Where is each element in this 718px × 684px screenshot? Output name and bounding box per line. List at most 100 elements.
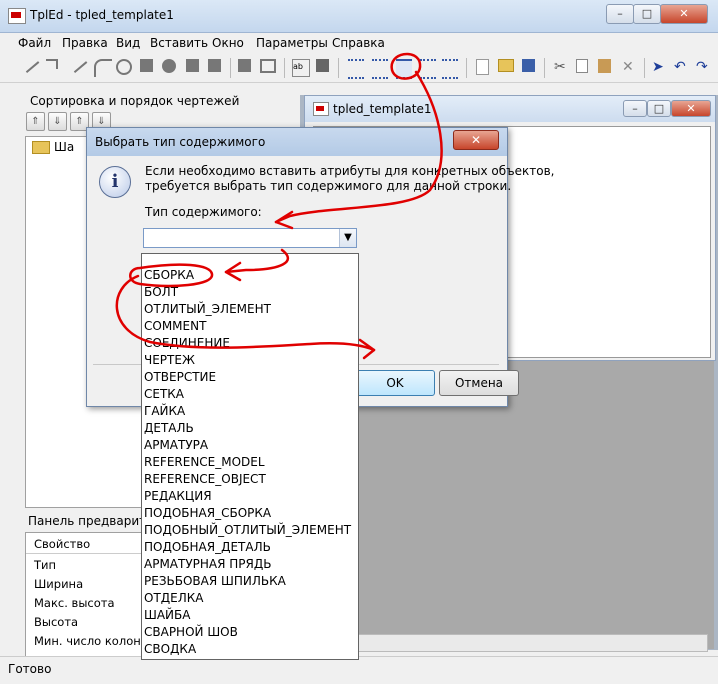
dropdown-option[interactable]: ГАЙКА: [144, 403, 185, 420]
title-bar: TplEd - tpled_template1 – □ ✕: [0, 0, 718, 33]
menu-help[interactable]: Справка: [332, 36, 385, 50]
child-window-title: tpled_template1: [333, 102, 432, 116]
window-title: TplEd - tpled_template1: [30, 8, 174, 22]
circle-tool-icon[interactable]: [116, 59, 132, 75]
dropdown-option[interactable]: ОТЛИТЫЙ_ЭЛЕМЕНТ: [144, 301, 271, 318]
chevron-down-icon[interactable]: ▼: [339, 229, 356, 247]
new-file-icon[interactable]: [476, 59, 489, 75]
dropdown-option[interactable]: ПОДОБНАЯ_СБОРКА: [144, 505, 271, 522]
open-folder-icon[interactable]: [498, 59, 514, 72]
select-pointer-icon[interactable]: ➤: [652, 59, 668, 75]
menu-bar: Файл Правка Вид Вставить Окно Параметры …: [0, 33, 718, 53]
tree-item[interactable]: Ша: [54, 140, 74, 154]
copy-icon[interactable]: [576, 59, 588, 73]
paste-icon[interactable]: [598, 59, 611, 73]
line2-tool-icon[interactable]: [68, 55, 88, 73]
row-icon[interactable]: [372, 59, 388, 79]
menu-view[interactable]: Вид: [116, 36, 140, 50]
separator: [230, 58, 231, 78]
property-row: Макс. высота: [34, 596, 115, 610]
cancel-button[interactable]: Отмена: [439, 370, 519, 396]
close-icon[interactable]: ✕: [453, 130, 499, 150]
ok-button[interactable]: OK: [355, 370, 435, 396]
menu-window[interactable]: Окно: [212, 36, 244, 50]
dialog-title: Выбрать тип содержимого: [95, 135, 266, 149]
rectangle-tool-icon[interactable]: [140, 59, 153, 72]
horizontal-scrollbar[interactable]: [356, 634, 708, 652]
preview-panel: Панель предварител Свойство Тип Ширина М…: [22, 512, 161, 664]
polyline-tool-icon[interactable]: [46, 59, 58, 69]
property-table: Свойство Тип Ширина Макс. высота Высота …: [25, 532, 148, 664]
content-type-dropdown-list[interactable]: СБОРКА БОЛТ ОТЛИТЫЙ_ЭЛЕМЕНТ COMMENT СОЕД…: [141, 253, 359, 660]
close-icon[interactable]: ✕: [660, 4, 708, 24]
dropdown-option[interactable]: ОТВЕРСТИЕ: [144, 369, 216, 386]
move-down-button[interactable]: ⇓: [48, 112, 67, 131]
dropdown-option[interactable]: COMMENT: [144, 318, 206, 335]
dialog-message-line-2: требуется выбрать тип содержимого для да…: [145, 179, 512, 193]
filled-rect-icon[interactable]: [186, 59, 199, 72]
dialog-message-line-1: Если необходимо вставить атрибуты для ко…: [145, 164, 555, 178]
property-row: Мин. число колоно: [34, 634, 148, 648]
dropdown-option[interactable]: ПОДОБНАЯ_ДЕТАЛЬ: [144, 539, 271, 556]
separator: [466, 58, 467, 78]
dropdown-option[interactable]: СВОДКА: [144, 641, 196, 658]
dropdown-option[interactable]: СОЕДИНЕНИЕ: [144, 335, 230, 352]
separator: [544, 58, 545, 78]
separator: [284, 58, 285, 78]
menu-edit[interactable]: Правка: [62, 36, 108, 50]
move-top-button[interactable]: ⇑: [26, 112, 45, 131]
row-end-icon[interactable]: [442, 59, 458, 79]
menu-insert[interactable]: Вставить: [150, 36, 208, 50]
arc-tool-icon[interactable]: [94, 59, 112, 77]
maximize-icon[interactable]: □: [647, 100, 671, 117]
close-icon[interactable]: ✕: [671, 100, 711, 117]
dropdown-option[interactable]: РЕДАКЦИЯ: [144, 488, 212, 505]
dropdown-option[interactable]: REFERENCE_MODEL: [144, 454, 265, 471]
maximize-icon[interactable]: □: [633, 4, 661, 24]
separator: [644, 58, 645, 78]
menu-settings[interactable]: Параметры: [256, 36, 328, 50]
block-icon[interactable]: [208, 59, 221, 72]
dropdown-option[interactable]: РЕЗЬБОВАЯ ШПИЛЬКА: [144, 573, 286, 590]
separator: [338, 58, 339, 78]
dialog-title-bar: Выбрать тип содержимого ✕: [87, 128, 507, 156]
text-tool-icon[interactable]: ab: [292, 59, 310, 77]
delete-icon[interactable]: ✕: [622, 59, 638, 75]
dropdown-option[interactable]: ПОДОБНЫЙ_ОТЛИТЫЙ_ЭЛЕМЕНТ: [144, 522, 351, 539]
frame-icon[interactable]: [238, 59, 251, 72]
toolbar: ab ✂ ✕ ➤ ↶ ↷: [0, 54, 718, 83]
status-bar: Готово: [0, 656, 718, 684]
content-type-label: Тип содержимого:: [145, 205, 262, 219]
picture-tool-icon[interactable]: [316, 59, 329, 72]
menu-file[interactable]: Файл: [18, 36, 51, 50]
property-header: Свойство: [34, 537, 91, 551]
filled-circle-icon[interactable]: [162, 59, 176, 73]
sort-panel-title: Сортировка и порядок чертежей: [30, 94, 240, 108]
content-type-select[interactable]: ▼: [143, 228, 357, 248]
line-tool-icon[interactable]: [20, 55, 40, 73]
dropdown-option[interactable]: БОЛТ: [144, 284, 178, 301]
cut-icon[interactable]: ✂: [554, 59, 570, 75]
dropdown-option[interactable]: ШАЙБА: [144, 607, 190, 624]
dropdown-option[interactable]: ЧЕРТЕЖ: [144, 352, 195, 369]
dropdown-option[interactable]: СБОРКА: [144, 267, 194, 284]
dropdown-option[interactable]: ОТДЕЛКА: [144, 590, 203, 607]
content-row-icon[interactable]: [396, 59, 412, 79]
dropdown-option[interactable]: REFERENCE_OBJECT: [144, 471, 266, 488]
dropdown-option[interactable]: АРМАТУРА: [144, 437, 208, 454]
row-header-icon[interactable]: [348, 59, 364, 79]
dropdown-option[interactable]: АРМАТУРНАЯ ПРЯДЬ: [144, 556, 271, 573]
row-footer-icon[interactable]: [420, 59, 436, 79]
save-icon[interactable]: [522, 59, 535, 72]
window-frame-icon[interactable]: [260, 59, 276, 73]
property-row: Тип: [34, 558, 57, 572]
dropdown-option[interactable]: СЕТКА: [144, 386, 184, 403]
undo-icon[interactable]: ↶: [674, 59, 690, 75]
property-row: Ширина: [34, 577, 84, 591]
dropdown-option[interactable]: СВАРНОЙ ШОВ: [144, 624, 238, 641]
minimize-icon[interactable]: –: [623, 100, 647, 117]
minimize-icon[interactable]: –: [606, 4, 634, 24]
info-icon: i: [99, 166, 131, 198]
dropdown-option[interactable]: ДЕТАЛЬ: [144, 420, 194, 437]
redo-icon[interactable]: ↷: [696, 59, 712, 75]
